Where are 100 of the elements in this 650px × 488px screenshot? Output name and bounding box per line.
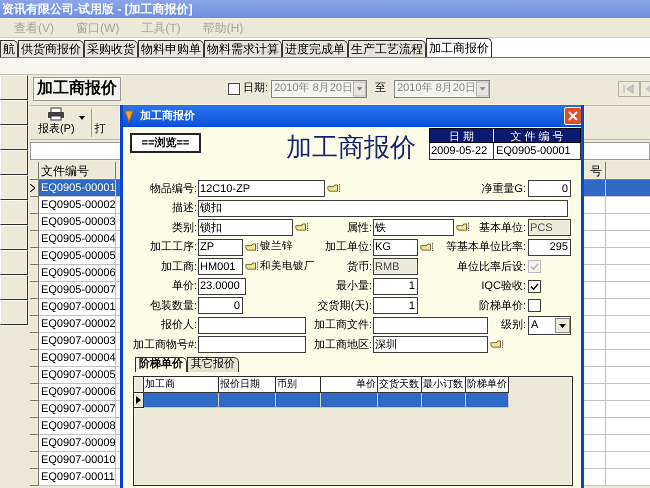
field-label: 加工单位:: [324, 240, 373, 255]
column-header[interactable]: 报价日期: [219, 376, 276, 392]
column-header[interactable]: 单价: [321, 376, 378, 392]
field-label: 加工商文件:: [313, 318, 373, 333]
checkbox[interactable]: [528, 299, 541, 312]
range-separator: 至: [375, 81, 386, 96]
input-field[interactable]: 1: [373, 297, 418, 314]
field-label: 属性:: [346, 220, 373, 236]
field-label: 加工商地区:: [313, 338, 373, 352]
tab[interactable]: 物料申购单: [138, 40, 204, 57]
field-label: 包装数量:: [148, 298, 198, 314]
tab[interactable]: 物料需求计算: [204, 40, 282, 57]
field-label: 单位比率后设:: [456, 260, 527, 274]
printer-icon: [47, 107, 66, 122]
field-label: 交货期(天):: [316, 298, 373, 314]
column-header[interactable]: [606, 162, 650, 180]
dropdown-icon[interactable]: [555, 318, 570, 333]
table-cell: [321, 392, 378, 408]
sidebar-button[interactable]: [0, 300, 28, 325]
input-field[interactable]: 深圳: [373, 336, 488, 354]
column-header[interactable]: 交货天数: [378, 376, 422, 392]
row-indicator: [30, 452, 39, 469]
row-indicator: [30, 418, 39, 435]
sidebar-button[interactable]: [0, 275, 28, 300]
input-field[interactable]: 1: [373, 278, 418, 295]
tab[interactable]: 供货商报价: [18, 40, 84, 57]
field-note: 镀兰锌: [260, 239, 293, 254]
tab[interactable]: 航: [0, 40, 18, 57]
table-cell: EQ0907-00010: [39, 452, 116, 469]
input-field[interactable]: 12C10-ZP: [198, 180, 325, 198]
table-cell: EQ0905-00004: [39, 231, 116, 248]
input-field[interactable]: 0: [528, 180, 571, 198]
date-checkbox[interactable]: [228, 82, 240, 94]
sidebar-button[interactable]: [0, 75, 28, 100]
column-header[interactable]: 加工商: [144, 376, 219, 392]
field-label: 货币:: [346, 260, 373, 274]
close-button[interactable]: [564, 107, 581, 125]
row-indicator: [30, 401, 39, 418]
input-field[interactable]: [198, 336, 306, 354]
sidebar-button[interactable]: [0, 125, 28, 150]
tab[interactable]: 采购收货: [84, 40, 138, 57]
input-field[interactable]: 0: [198, 297, 243, 314]
checkbox[interactable]: [528, 280, 541, 293]
field-note: 和美电镀厂: [260, 258, 315, 274]
row-indicator: [30, 435, 39, 452]
tab[interactable]: 其它报价: [187, 356, 239, 372]
input-field[interactable]: ZP: [198, 238, 243, 256]
dropdown-field[interactable]: A: [528, 316, 571, 335]
sidebar-button[interactable]: [0, 150, 28, 175]
table-cell: EQ0905-00007: [39, 282, 116, 299]
form-heading: 加工商报价: [286, 131, 416, 163]
table-cell: EQ0907-00004: [39, 350, 116, 367]
row-indicator: [30, 299, 39, 316]
input-field[interactable]: 23.0000: [198, 278, 246, 295]
window-title: 资讯有限公司-试用版 - [加工商报价]: [2, 1, 193, 18]
table-cell: EQ0907-00005: [39, 367, 116, 384]
row-indicator: [30, 265, 39, 282]
input-field[interactable]: HM001: [198, 258, 243, 276]
tab[interactable]: 加工商报价: [426, 38, 492, 57]
row-indicator: [30, 350, 39, 367]
current-row-icon: [136, 396, 141, 404]
input-field[interactable]: 295: [528, 238, 571, 256]
table-cell: EQ0907-00007: [39, 401, 116, 418]
module-title: 加工商报价: [33, 76, 121, 100]
report-button[interactable]: 报表(P): [38, 107, 75, 138]
column-header[interactable]: 阶梯单价: [466, 376, 509, 392]
input-field: PCS: [528, 219, 571, 236]
field-label: 描述:: [170, 201, 198, 216]
tab[interactable]: 阶梯单价: [135, 356, 187, 372]
sidebar-button[interactable]: [0, 175, 28, 200]
table-cell: [276, 392, 321, 408]
sidebar-button[interactable]: [0, 200, 28, 225]
table-cell: EQ0907-00002: [39, 316, 116, 333]
input-field[interactable]: 铁: [373, 219, 454, 236]
sidebar-button[interactable]: [0, 250, 28, 275]
column-header[interactable]: 币别: [276, 376, 321, 392]
field-label: IQC验收:: [481, 279, 527, 294]
row-indicator: [30, 469, 39, 486]
input-field[interactable]: [198, 316, 306, 334]
field-label: 基本单位:: [478, 220, 527, 236]
table-cell-text: EQ0905-00001: [495, 144, 572, 159]
field-label: 级别:: [500, 318, 527, 333]
row-indicator: [30, 333, 39, 350]
input-field[interactable]: [373, 316, 488, 334]
tab[interactable]: 进度完成单: [282, 40, 348, 57]
input-field[interactable]: 锁扣: [198, 200, 568, 217]
current-row-icon: [30, 184, 35, 192]
tab[interactable]: 生产工艺流程: [348, 40, 426, 57]
column-header[interactable]: 文件编号: [39, 162, 116, 180]
table-cell: EQ0905-00002: [39, 197, 116, 214]
table-cell: 2009-05-22: [430, 143, 494, 159]
sidebar-button[interactable]: [0, 225, 28, 250]
input-field[interactable]: KG: [373, 238, 418, 256]
caret-icon[interactable]: [78, 116, 85, 120]
row-indicator: [30, 231, 39, 248]
toolbar-button[interactable]: 打: [94, 121, 106, 138]
sidebar-button[interactable]: [0, 100, 28, 125]
input-field[interactable]: 锁扣: [198, 219, 293, 236]
column-header[interactable]: 最小订数: [422, 376, 466, 392]
table-cell: EQ0905-00006: [39, 265, 116, 282]
